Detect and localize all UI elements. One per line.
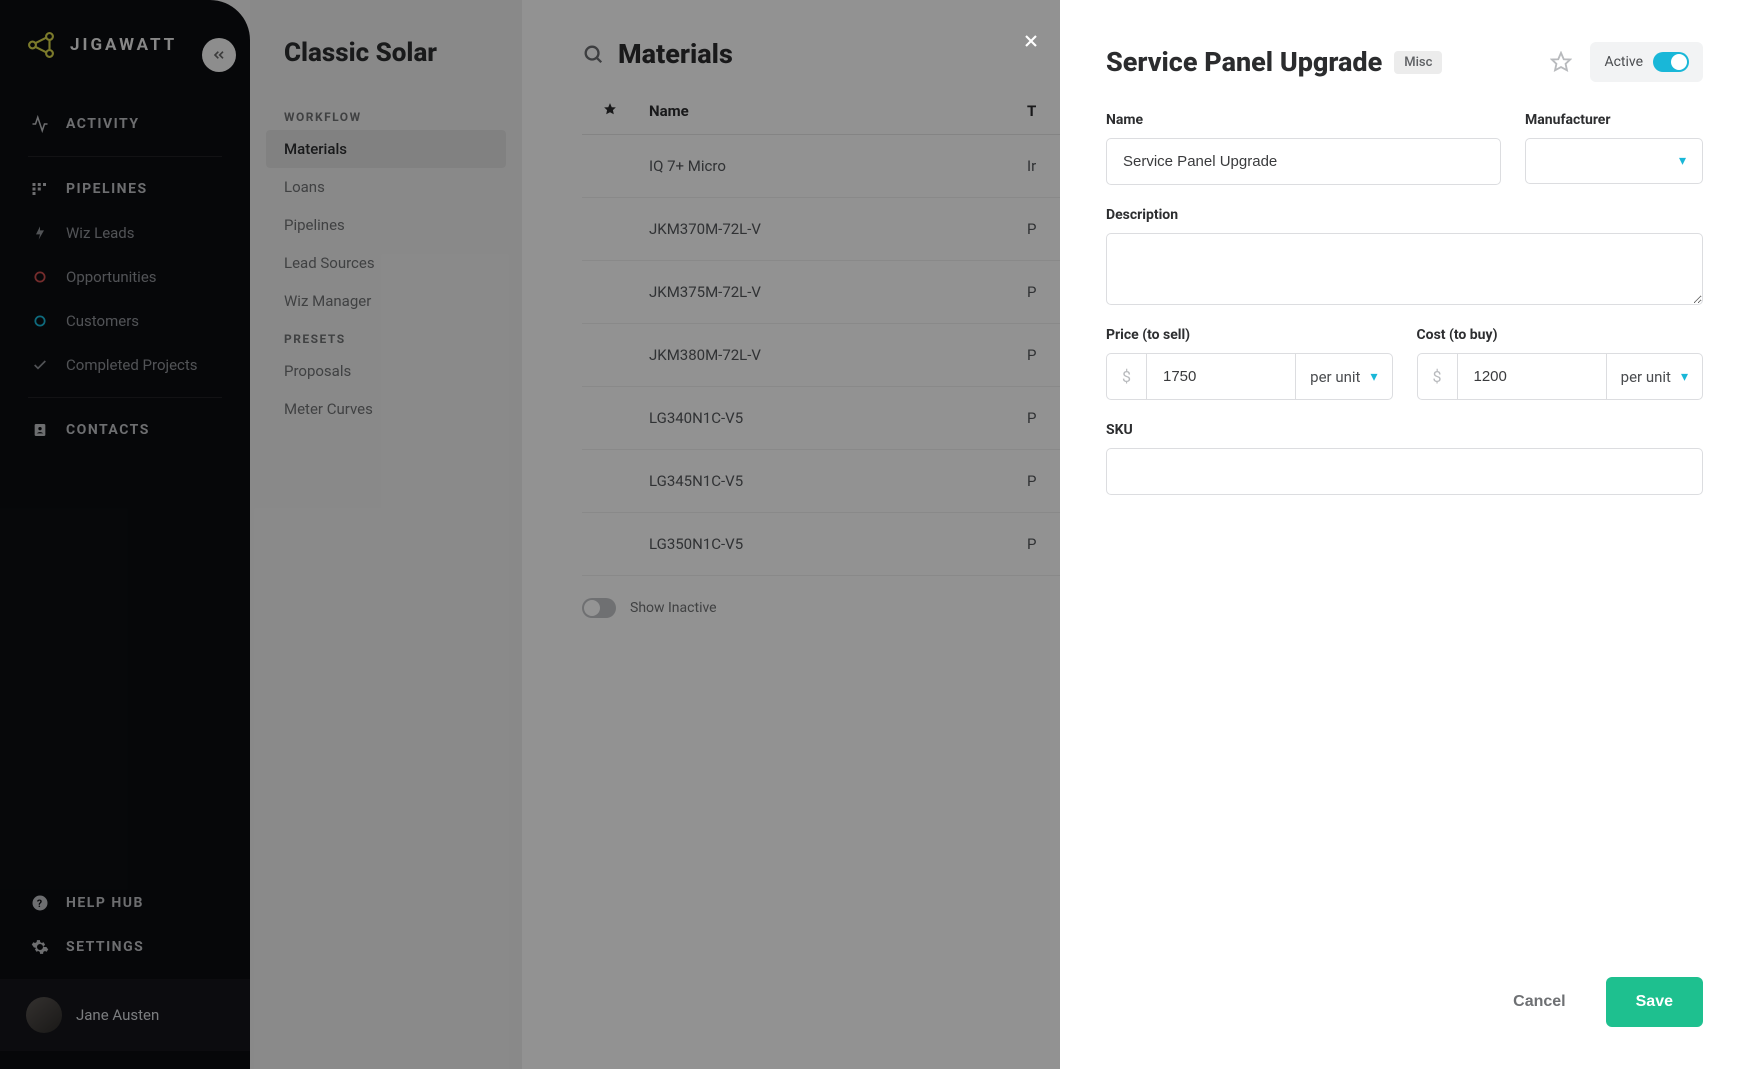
panel-title: Service Panel Upgrade: [1106, 46, 1382, 78]
panel-footer: Cancel Save: [1106, 957, 1703, 1027]
cost-input[interactable]: [1457, 353, 1606, 400]
cost-label: Cost (to buy): [1417, 327, 1704, 343]
cost-unit-label: per unit: [1621, 368, 1671, 386]
sku-label: SKU: [1106, 422, 1703, 438]
modal-overlay[interactable]: [0, 0, 1060, 1069]
name-input[interactable]: [1106, 138, 1501, 185]
chevron-down-icon: ▾: [1679, 153, 1686, 169]
panel-header-right: Active: [1550, 42, 1703, 82]
edit-panel: Service Panel Upgrade Misc Active Name M…: [1060, 0, 1749, 1069]
description-group: Description: [1106, 207, 1703, 305]
chevron-down-icon: ▾: [1370, 369, 1377, 385]
price-unit-select[interactable]: per unit ▾: [1295, 353, 1392, 400]
cancel-button[interactable]: Cancel: [1483, 977, 1595, 1027]
currency-icon: $: [1106, 353, 1146, 400]
active-toggle[interactable]: [1653, 52, 1689, 72]
description-label: Description: [1106, 207, 1703, 223]
save-button[interactable]: Save: [1606, 977, 1703, 1027]
sku-group: SKU: [1106, 422, 1703, 495]
close-panel-button[interactable]: [1016, 26, 1046, 56]
manufacturer-label: Manufacturer: [1525, 112, 1703, 128]
manufacturer-select[interactable]: ▾: [1525, 138, 1703, 184]
price-unit-label: per unit: [1310, 368, 1360, 386]
cost-group: Cost (to buy) $ per unit ▾: [1417, 327, 1704, 400]
chevron-down-icon: ▾: [1681, 369, 1688, 385]
sku-input[interactable]: [1106, 448, 1703, 495]
price-group: Price (to sell) $ per unit ▾: [1106, 327, 1393, 400]
close-icon: [1021, 31, 1041, 51]
name-group: Name: [1106, 112, 1501, 185]
price-label: Price (to sell): [1106, 327, 1393, 343]
panel-header: Service Panel Upgrade Misc Active: [1106, 42, 1703, 82]
manufacturer-group: Manufacturer ▾: [1525, 112, 1703, 185]
category-tag: Misc: [1394, 51, 1442, 74]
active-label: Active: [1604, 54, 1643, 70]
price-input[interactable]: [1146, 353, 1295, 400]
name-label: Name: [1106, 112, 1501, 128]
favorite-button[interactable]: [1550, 51, 1572, 73]
active-toggle-wrap: Active: [1590, 42, 1703, 82]
currency-icon: $: [1417, 353, 1457, 400]
description-input[interactable]: [1106, 233, 1703, 305]
cost-unit-select[interactable]: per unit ▾: [1606, 353, 1703, 400]
